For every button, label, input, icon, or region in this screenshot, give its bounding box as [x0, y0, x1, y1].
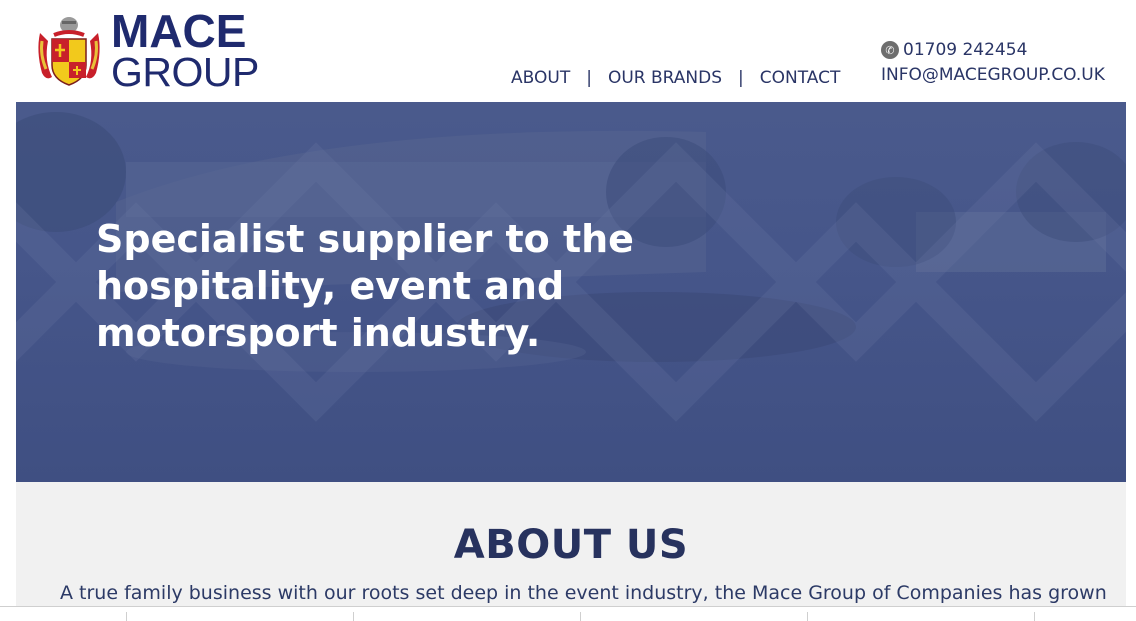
nav-item-contact[interactable]: CONTACT	[760, 68, 841, 88]
contact-info: ✆ 01709 242454 INFO@MACEGROUP.CO.UK	[881, 40, 1105, 85]
nav-separator: |	[586, 68, 592, 88]
about-text: A true family business with our roots se…	[60, 582, 1107, 604]
phone-icon: ✆	[881, 41, 899, 59]
hero-banner: Specialist supplier to the hospitality, …	[16, 102, 1126, 482]
divider-tick	[807, 612, 808, 621]
divider-tick	[1034, 612, 1035, 621]
site-header: MACE GROUP ABOUT | OUR BRANDS | CONTACT …	[0, 0, 1136, 102]
bottom-divider	[0, 606, 1136, 621]
brand-name-top: MACE	[111, 5, 247, 57]
divider-tick	[580, 612, 581, 621]
phone-row[interactable]: ✆ 01709 242454	[881, 40, 1105, 60]
main-nav: ABOUT | OUR BRANDS | CONTACT	[511, 68, 840, 88]
brand-name-bottom: GROUP	[111, 49, 259, 95]
divider-tick	[126, 612, 127, 621]
phone-number: 01709 242454	[903, 40, 1028, 60]
coat-of-arms-logo	[38, 17, 100, 86]
nav-item-about[interactable]: ABOUT	[511, 68, 570, 88]
about-heading: ABOUT US	[453, 522, 689, 568]
nav-separator: |	[738, 68, 744, 88]
nav-item-our-brands[interactable]: OUR BRANDS	[608, 68, 722, 88]
divider-tick	[353, 612, 354, 621]
about-section: ABOUT US A true family business with our…	[16, 482, 1126, 621]
logo-link[interactable]: MACE GROUP	[36, 5, 259, 95]
email-link[interactable]: INFO@MACEGROUP.CO.UK	[881, 65, 1105, 85]
brand-wordmark: MACE GROUP	[111, 5, 259, 95]
hero-title: Specialist supplier to the hospitality, …	[96, 217, 634, 355]
